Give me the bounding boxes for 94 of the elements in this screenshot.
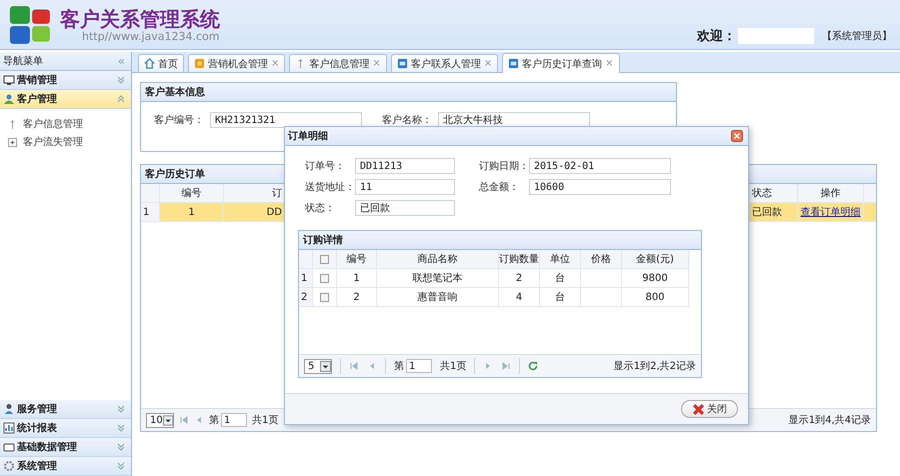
page-count: 共1页 (440, 360, 466, 373)
row-number: 2 (299, 288, 313, 306)
input-field[interactable]: 10600 (529, 179, 671, 195)
accordion-header[interactable]: 基础数据管理 (0, 438, 131, 457)
menu-item[interactable]: 客户流失管理 (8, 133, 131, 151)
column-header: 操作 (798, 184, 864, 202)
plus-icon (8, 138, 17, 146)
monitor-icon (3, 74, 15, 86)
input-field[interactable]: 11 (355, 179, 455, 195)
order-detail-link[interactable]: 查看订单明细 (800, 205, 860, 219)
table-cell: 联想笔记本 (377, 269, 499, 287)
table-cell: 台 (540, 288, 581, 306)
refresh-icon[interactable] (528, 361, 538, 371)
panel-title: 客户基本信息 (141, 83, 676, 102)
tab[interactable]: 客户联系人管理 × (390, 54, 498, 72)
person-icon (3, 93, 15, 105)
chevron-icon (117, 443, 125, 451)
dialog-title: 订单明细 (288, 130, 328, 143)
column-header: 编号 (160, 184, 224, 202)
column-header: 订购数量 (499, 250, 540, 268)
input-field[interactable]: 已回款 (355, 200, 455, 216)
column-header: 状态 (750, 184, 798, 202)
pin-icon (8, 118, 17, 130)
menu-item[interactable]: 客户信息管理 (8, 115, 131, 133)
table-cell: 台 (540, 269, 581, 287)
input-field[interactable]: DD11213 (355, 158, 455, 174)
coins-icon (194, 58, 205, 69)
column-header: 价格 (581, 250, 622, 268)
card-icon (508, 58, 520, 69)
accordion-header[interactable]: 营销管理 (0, 71, 131, 90)
record-summary: 显示1到2,共2记录 (614, 360, 696, 373)
chevron-icon (117, 462, 125, 470)
page-input[interactable]: 1 (406, 359, 432, 373)
accordion-header[interactable]: 服务管理 (0, 400, 131, 419)
welcome-label: 欢迎： (697, 28, 736, 45)
close-icon (692, 402, 705, 416)
last-page-icon[interactable] (501, 361, 512, 371)
row-number: 1 (299, 269, 313, 287)
gear-icon (3, 460, 15, 472)
table-cell: 9800 (622, 269, 689, 287)
tab[interactable]: 营销机会管理 × (188, 54, 286, 72)
accordion-header[interactable]: 统计报表 (0, 419, 131, 438)
close-button[interactable]: 关闭 (681, 400, 738, 418)
table-cell: 4 (499, 288, 540, 306)
table-cell: 800 (622, 288, 689, 306)
user-role: 【系统管理员】 (822, 30, 892, 43)
input-field[interactable]: 2015-02-01 (529, 158, 671, 174)
chevron-icon (117, 95, 125, 103)
row-number: 1 (141, 203, 160, 221)
column-header: 编号 (337, 250, 377, 268)
page-size-select[interactable]: 5 (304, 358, 332, 374)
chevron-icon (117, 76, 125, 84)
table-cell: 惠普音响 (377, 288, 499, 306)
table-cell: 2 (337, 288, 377, 306)
record-summary: 显示1到4,共4记录 (788, 414, 871, 427)
accordion-header[interactable]: 客户管理 (0, 90, 131, 109)
checkbox[interactable] (320, 274, 329, 282)
tab[interactable]: 客户信息管理 × (289, 54, 387, 72)
caret-icon (162, 414, 173, 426)
home-icon (144, 58, 155, 69)
accordion-header[interactable]: 系统管理 (0, 457, 131, 476)
first-page-icon[interactable] (179, 415, 189, 425)
checkbox[interactable] (320, 292, 329, 302)
column-header: 商品名称 (377, 250, 499, 268)
tab[interactable]: 首页 (138, 54, 184, 72)
close-icon[interactable] (731, 130, 743, 142)
table-cell: 2 (499, 269, 540, 287)
page-count: 共1页 (252, 414, 278, 427)
first-page-icon[interactable] (349, 361, 359, 371)
sidebar-title: 导航菜单 (3, 54, 43, 68)
person-icon (3, 403, 15, 415)
app-title: 客户关系管理系统 (60, 6, 220, 30)
table-cell: 已回款 (750, 203, 798, 221)
table-cell: 1 (160, 203, 224, 221)
column-header: 单位 (540, 250, 581, 268)
card-icon (396, 58, 408, 69)
site-url: http//www.java1234.com (82, 30, 220, 42)
field-label: 状态： (305, 202, 336, 215)
column-header: 金额(元) (622, 250, 689, 268)
table-cell: 1 (337, 269, 377, 287)
checkbox[interactable] (320, 254, 329, 264)
tab[interactable]: 客户历史订单查询 × (502, 53, 620, 73)
page-input[interactable]: 1 (221, 413, 247, 427)
caret-icon (320, 360, 331, 372)
input-field[interactable]: KH21321321 (210, 112, 362, 128)
field-label: 客户名称： (382, 114, 432, 127)
field-label: 客户编号： (154, 114, 204, 127)
page-label: 第 (394, 360, 404, 373)
page-label: 第 (209, 414, 219, 427)
panel-title: 订购详情 (299, 231, 701, 250)
page-size-select[interactable]: 10 (146, 412, 174, 428)
chart-icon (3, 422, 15, 434)
chevron-icon (117, 405, 125, 413)
chevron-icon (117, 424, 125, 432)
